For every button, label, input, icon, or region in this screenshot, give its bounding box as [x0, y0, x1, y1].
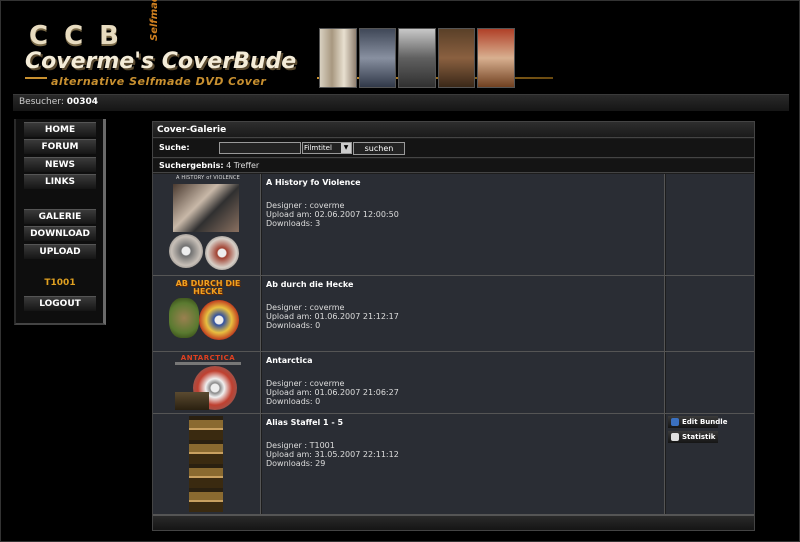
gallery-row: ANTARCTICA Antarctica Designer : coverme…: [153, 352, 754, 414]
site-header: CCB Coverme's CoverBude Selfmade alterna…: [19, 0, 553, 91]
cover-thumbnail-cell: ANTARCTICA: [153, 352, 261, 413]
cover-downloads: Downloads: 0: [266, 321, 321, 330]
panel-title: Cover-Galerie: [153, 122, 754, 138]
nav-news[interactable]: NEWS: [24, 157, 96, 172]
gallery-row: Alias Staffel 1 - 5 Designer : T1001 Upl…: [153, 414, 754, 515]
edit-icon: [671, 418, 679, 426]
disc-image[interactable]: [169, 234, 203, 268]
cover-actions-cell: [666, 276, 754, 351]
edit-bundle-label: Edit Bundle: [682, 418, 728, 426]
sidebar-nav: HOME FORUM NEWS LINKS GALERIE DOWNLOAD U…: [14, 119, 106, 325]
cover-downloads: Downloads: 0: [266, 397, 321, 406]
nav-upload[interactable]: UPLOAD: [24, 244, 96, 259]
nav-forum[interactable]: FORUM: [24, 139, 96, 154]
search-field-selected: Filmtitel: [304, 144, 332, 152]
dvd-cover-image: [477, 28, 515, 88]
cover-actions-cell: Edit Bundle Statistik: [666, 414, 754, 514]
chevron-down-icon[interactable]: ▼: [341, 143, 351, 153]
cover-info-cell: Antarctica Designer : coverme Upload am:…: [262, 352, 665, 413]
cover-upload-date: Upload am: 01.06.2007 21:12:17: [266, 312, 399, 321]
cover-designer: Designer : coverme: [266, 303, 345, 312]
edit-bundle-button[interactable]: Edit Bundle: [668, 416, 727, 428]
page-frame: CCB Coverme's CoverBude Selfmade alterna…: [0, 0, 800, 542]
chart-icon: [671, 433, 679, 441]
cover-title[interactable]: Alias Staffel 1 - 5: [266, 418, 660, 427]
logo-ccb[interactable]: CCB: [29, 21, 135, 51]
cover-caption: AB DURCH DIE HECKE: [175, 279, 241, 296]
cover-designer: Designer : T1001: [266, 441, 335, 450]
logo-selfmade-tag: Selfmade: [149, 0, 160, 41]
visitor-counter-bar: Besucher: 00304: [13, 94, 789, 111]
cover-upload-date: Upload am: 31.05.2007 22:11:12: [266, 450, 399, 459]
nav-links[interactable]: LINKS: [24, 174, 96, 189]
cover-title[interactable]: A History fo Violence: [266, 178, 660, 187]
cover-actions-cell: [666, 352, 754, 413]
cover-bundle-image[interactable]: [189, 416, 223, 512]
cover-caption: ANTARCTICA: [180, 354, 236, 362]
dvd-cover-image: [358, 28, 397, 88]
cover-designer: Designer : coverme: [266, 201, 345, 210]
panel-footer: [153, 515, 754, 530]
cover-info-cell: Ab durch die Hecke Designer : coverme Up…: [262, 276, 665, 351]
statistik-label: Statistik: [682, 433, 716, 441]
cover-downloads: Downloads: 29: [266, 459, 326, 468]
logo-title[interactable]: Coverme's CoverBude: [25, 49, 296, 74]
cover-actions-cell: [666, 174, 754, 275]
character-image[interactable]: [169, 298, 199, 338]
cover-caption: A HISTORY of VIOLENCE: [176, 175, 240, 181]
result-label: Suchergebnis:: [159, 161, 224, 170]
disc-image[interactable]: [205, 236, 239, 270]
nav-logout[interactable]: LOGOUT: [24, 296, 96, 311]
nav-galerie[interactable]: GALERIE: [24, 209, 96, 224]
cover-designer: Designer : coverme: [266, 379, 345, 388]
cover-thumbnail-cell: A HISTORY of VIOLENCE: [153, 174, 261, 275]
cover-front-image[interactable]: [173, 184, 239, 232]
nav-home[interactable]: HOME: [24, 122, 96, 137]
dvd-cover-image: [319, 28, 357, 88]
logo-subtitle: alternative Selfmade DVD Cover: [51, 75, 267, 88]
search-result-summary: Suchergebnis: 4 Treffer: [153, 159, 754, 173]
dvd-cover-image: [437, 28, 476, 88]
cover-gallery-panel: Cover-Galerie Suche: Filmtitel ▼ suchen …: [152, 121, 755, 531]
search-bar: Suche: Filmtitel ▼ suchen: [153, 139, 754, 158]
visitor-label: Besucher:: [19, 97, 64, 107]
nav-download[interactable]: DOWNLOAD: [24, 226, 96, 241]
logo-rule-left: [25, 77, 47, 79]
visitor-count: 00304: [66, 97, 99, 107]
search-input[interactable]: [219, 142, 301, 154]
cover-tagline: [175, 362, 241, 365]
search-field-select[interactable]: Filmtitel ▼: [302, 142, 352, 154]
dvd-cover-strip: [319, 28, 515, 88]
cover-info-cell: Alias Staffel 1 - 5 Designer : T1001 Upl…: [262, 414, 665, 514]
search-button[interactable]: suchen: [353, 142, 405, 155]
nav-username[interactable]: T1001: [24, 278, 96, 288]
cover-downloads: Downloads: 3: [266, 219, 321, 228]
statistik-button[interactable]: Statistik: [668, 431, 718, 443]
cover-thumbnail-cell: [153, 414, 261, 514]
cover-title[interactable]: Ab durch die Hecke: [266, 280, 660, 289]
gallery-row: AB DURCH DIE HECKE Ab durch die Hecke De…: [153, 276, 754, 352]
cover-upload-date: Upload am: 02.06.2007 12:00:50: [266, 210, 399, 219]
search-label: Suche:: [159, 143, 190, 152]
cover-info-cell: A History fo Violence Designer : coverme…: [262, 174, 665, 275]
cover-upload-date: Upload am: 01.06.2007 21:06:27: [266, 388, 399, 397]
cover-title[interactable]: Antarctica: [266, 356, 660, 365]
disc-image[interactable]: [199, 300, 239, 340]
cover-thumbnail-cell: AB DURCH DIE HECKE: [153, 276, 261, 351]
result-count: 4 Treffer: [226, 161, 260, 170]
cover-scene-image[interactable]: [175, 392, 209, 410]
dvd-cover-image: [398, 28, 436, 88]
gallery-row: A HISTORY of VIOLENCE A History fo Viole…: [153, 174, 754, 276]
